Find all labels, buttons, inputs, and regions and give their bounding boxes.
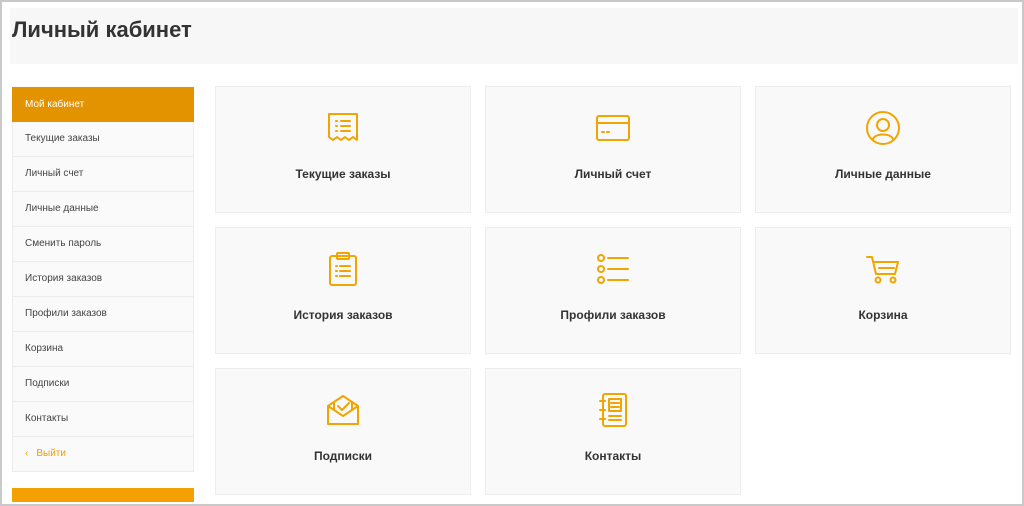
tile-personal-account[interactable]: Личный счет bbox=[485, 86, 741, 213]
sidebar-item-change-password[interactable]: Сменить пароль bbox=[12, 227, 194, 262]
tile-contacts[interactable]: Контакты bbox=[485, 368, 741, 495]
tile-current-orders[interactable]: Текущие заказы bbox=[215, 86, 471, 213]
user-circle-icon bbox=[865, 110, 901, 146]
sidebar-item-label: Сменить пароль bbox=[25, 238, 102, 249]
tile-label: Личный счет bbox=[574, 167, 652, 181]
tile-cart[interactable]: Корзина bbox=[755, 227, 1011, 354]
sidebar-item-label: Мой кабинет bbox=[25, 99, 85, 110]
tile-label: Контакты bbox=[584, 449, 642, 463]
tile-order-history[interactable]: История заказов bbox=[215, 227, 471, 354]
sidebar-item-cart[interactable]: Корзина bbox=[12, 332, 194, 367]
sidebar-item-personal-data[interactable]: Личные данные bbox=[12, 192, 194, 227]
sidebar: Мой кабинет Текущие заказы Личный счет Л… bbox=[12, 87, 194, 472]
sidebar-item-contacts[interactable]: Контакты bbox=[12, 402, 194, 437]
sidebar-item-current-orders[interactable]: Текущие заказы bbox=[12, 122, 194, 157]
tile-label: Корзина bbox=[858, 308, 908, 322]
envelope-check-icon bbox=[325, 392, 361, 428]
tile-personal-data[interactable]: Личные данные bbox=[755, 86, 1011, 213]
sidebar-item-label: Контакты bbox=[25, 413, 69, 424]
tile-label: Профили заказов bbox=[560, 308, 666, 322]
sidebar-item-order-profiles[interactable]: Профили заказов bbox=[12, 297, 194, 332]
sidebar-item-label: Текущие заказы bbox=[25, 133, 100, 144]
tile-label: Личные данные bbox=[835, 167, 931, 181]
tile-label: Подписки bbox=[313, 449, 373, 463]
notebook-icon bbox=[595, 392, 631, 428]
logout-link[interactable]: ‹ Выйти bbox=[12, 437, 194, 472]
tile-order-profiles[interactable]: Профили заказов bbox=[485, 227, 741, 354]
receipt-icon bbox=[325, 110, 361, 146]
page-title: Личный кабинет bbox=[12, 17, 192, 42]
sidebar-item-label: Личный счет bbox=[25, 168, 84, 179]
clipboard-icon bbox=[325, 251, 361, 287]
tile-label: Текущие заказы bbox=[295, 167, 391, 181]
logout-label: Выйти bbox=[36, 448, 66, 459]
sidebar-item-my-cabinet[interactable]: Мой кабинет bbox=[12, 87, 194, 122]
sidebar-item-label: Личные данные bbox=[25, 203, 99, 214]
tile-label: История заказов bbox=[293, 308, 393, 322]
page-frame: Личный кабинет Мой кабинет Текущие заказ… bbox=[0, 0, 1024, 506]
sidebar-item-subscriptions[interactable]: Подписки bbox=[12, 367, 194, 402]
sidebar-bottom-bar bbox=[12, 488, 194, 502]
page-header: Личный кабинет bbox=[10, 8, 1018, 64]
sidebar-item-label: Корзина bbox=[25, 343, 64, 354]
sidebar-item-label: История заказов bbox=[25, 273, 103, 284]
sidebar-item-label: Подписки bbox=[25, 378, 70, 389]
credit-card-icon bbox=[595, 110, 631, 146]
sidebar-item-order-history[interactable]: История заказов bbox=[12, 262, 194, 297]
sidebar-item-label: Профили заказов bbox=[25, 308, 107, 319]
cart-icon bbox=[865, 251, 901, 287]
tile-subscriptions[interactable]: Подписки bbox=[215, 368, 471, 495]
sidebar-item-personal-account[interactable]: Личный счет bbox=[12, 157, 194, 192]
list-icon bbox=[595, 251, 631, 287]
chevron-left-icon: ‹ bbox=[25, 448, 29, 459]
